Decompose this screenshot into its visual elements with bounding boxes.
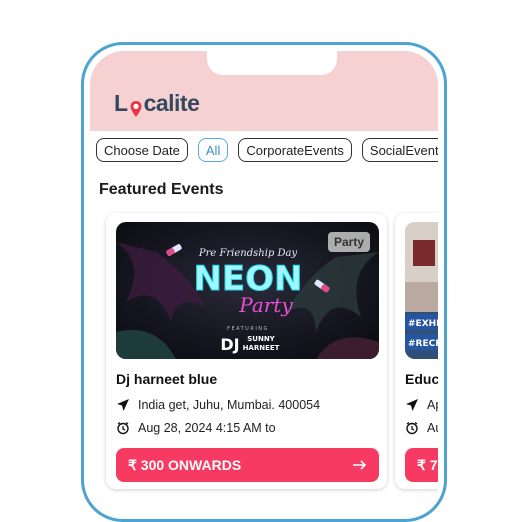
featured-events-carousel[interactable]: Pre Friendship Day NEON Party FEATURING … [106, 213, 438, 489]
event-card[interactable]: Pre Friendship Day NEON Party FEATURING … [106, 213, 387, 489]
filter-chip-all[interactable]: All [197, 138, 229, 162]
event-poster-image: Pre Friendship Day NEON Party FEATURING … [116, 222, 379, 359]
poster-dj-name-2: HARNEET [243, 344, 280, 352]
arrow-right-icon [353, 457, 367, 473]
category-badge: Party [327, 232, 370, 252]
poster-dj-name-1: SUNNY [247, 335, 275, 343]
poster-subtitle: Pre Friendship Day [198, 248, 298, 259]
filter-chips: Choose Date All CorporateEvents SocialEv… [96, 138, 438, 162]
event-location-text: Apo [427, 398, 438, 412]
event-poster-image: #EXHIBI #RECRU [405, 222, 438, 359]
event-datetime-text: Aug [427, 421, 438, 435]
filter-chip-social-events[interactable]: SocialEvents [361, 138, 438, 162]
app-logo[interactable]: L calite [114, 90, 200, 117]
poster-featuring: FEATURING [227, 326, 269, 332]
poster-script-text: Party [238, 293, 293, 317]
event-datetime-text: Aug 28, 2024 4:15 AM to [138, 421, 276, 435]
phone-frame: L calite Choose Date All CorporateEvents… [81, 42, 447, 522]
phone-notch [207, 51, 337, 75]
event-datetime: Aug [405, 421, 438, 435]
event-location: India get, Juhu, Mumbai. 400054 [116, 398, 320, 412]
main-content: Choose Date All CorporateEvents SocialEv… [90, 131, 438, 519]
poster-tag-1: #EXHIBI [408, 319, 438, 329]
event-location: Apo [405, 398, 438, 412]
event-title: Dj harneet blue [116, 371, 218, 387]
event-card[interactable]: #EXHIBI #RECRU Educa Apo Aug [395, 213, 438, 489]
logo-letter: L [114, 90, 128, 116]
event-datetime: Aug 28, 2024 4:15 AM to [116, 421, 276, 435]
event-title: Educa [405, 371, 438, 387]
app-header: L calite [90, 51, 438, 131]
price-label: ₹ 70 [417, 456, 438, 473]
navigation-arrow-icon [116, 398, 130, 412]
clock-icon [405, 421, 419, 435]
clock-icon [116, 421, 130, 435]
navigation-arrow-icon [405, 398, 419, 412]
logo-text: calite [143, 90, 200, 116]
poster-dj: DJ [220, 335, 239, 354]
location-pin-icon [129, 97, 143, 117]
poster-tag-2: #RECRU [408, 339, 438, 349]
exhibition-poster-graphic: #EXHIBI #RECRU [405, 222, 438, 359]
price-label: ₹ 300 ONWARDS [128, 456, 242, 473]
filter-chip-choose-date[interactable]: Choose Date [96, 138, 188, 162]
event-location-text: India get, Juhu, Mumbai. 400054 [138, 398, 321, 412]
section-title: Featured Events [99, 181, 224, 198]
filter-chip-corporate-events[interactable]: CorporateEvents [238, 138, 352, 162]
book-button[interactable]: ₹ 300 ONWARDS [116, 448, 379, 482]
book-button[interactable]: ₹ 70 [405, 448, 438, 482]
